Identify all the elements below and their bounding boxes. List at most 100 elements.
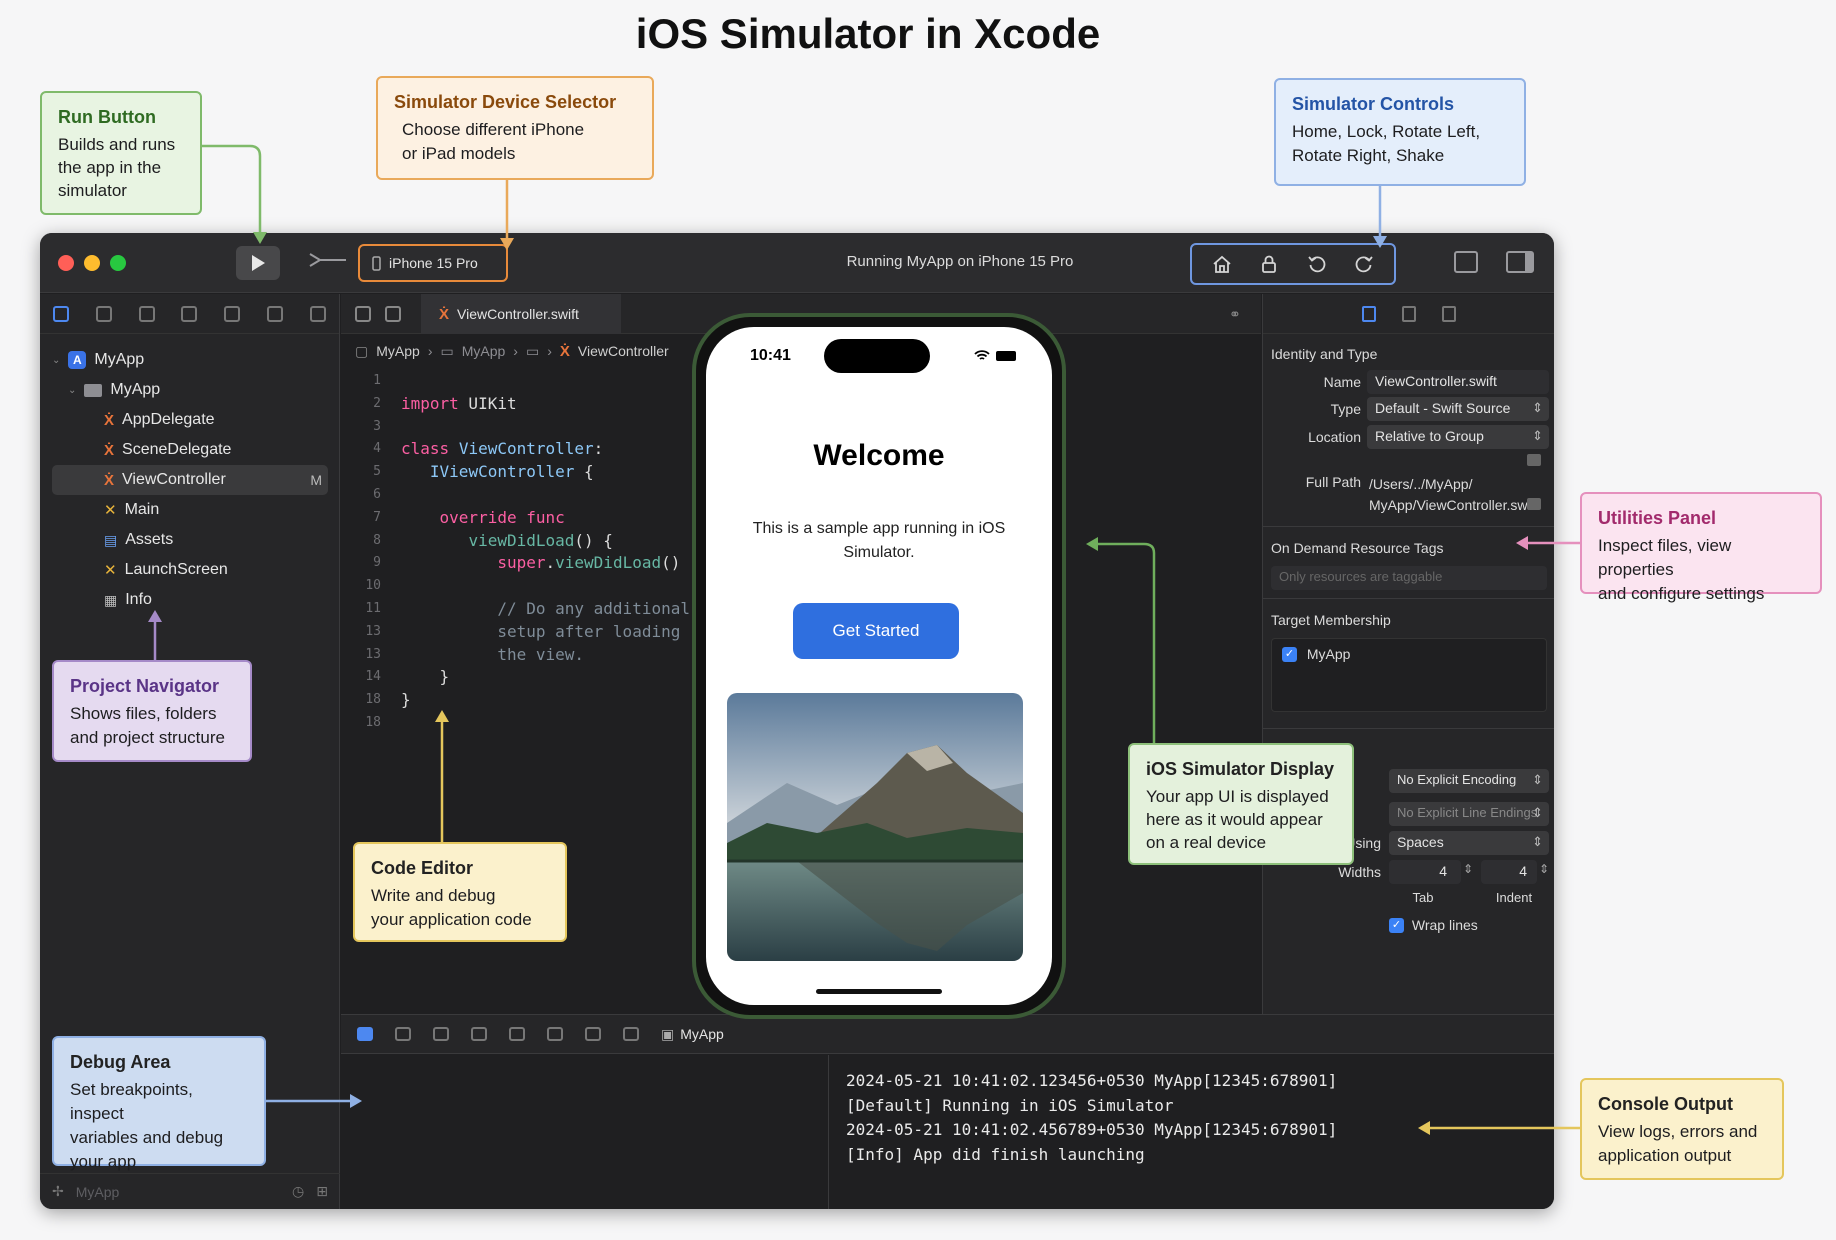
indent-using-popup[interactable]: Spaces: [1389, 831, 1549, 855]
text-encoding-popup[interactable]: No Explicit Encoding: [1389, 769, 1549, 793]
debug-bar: ▣ MyApp: [341, 1014, 1554, 1054]
recent-files-icon[interactable]: ◷: [292, 1183, 304, 1200]
get-started-button[interactable]: Get Started: [793, 603, 959, 659]
wrap-lines-row[interactable]: ✓ Wrap lines: [1389, 916, 1478, 933]
grid-icon[interactable]: [355, 306, 371, 322]
line-number: 13: [365, 646, 381, 662]
tree-item-viewcontroller[interactable]: Ẋ ViewController M: [104, 467, 322, 493]
quick-help-tab-icon[interactable]: [1441, 305, 1456, 322]
simulator-screen[interactable]: 10:41 Welcome This is a sample app runni…: [706, 327, 1052, 1005]
tree-item-main[interactable]: ✕ Main: [104, 497, 159, 523]
tree-item-info[interactable]: ▦ Info: [104, 587, 152, 613]
history-inspector-tab-icon[interactable]: [1401, 305, 1416, 322]
file-icon: ▣: [661, 1025, 675, 1042]
wrap-lines-label: Wrap lines: [1411, 917, 1478, 934]
indent-width-field[interactable]: 4: [1481, 860, 1537, 884]
house-icon[interactable]: [1211, 253, 1233, 275]
navigator-tabs: [40, 294, 339, 334]
related-items-icon[interactable]: ⚭: [1229, 306, 1241, 323]
inspector-toggle-icon[interactable]: [1506, 251, 1534, 273]
step-over-icon[interactable]: [471, 1027, 487, 1041]
tree-item-assets[interactable]: ▤ Assets: [104, 527, 173, 553]
filter-input[interactable]: MyApp: [76, 1184, 120, 1200]
line-number: 18: [365, 692, 381, 708]
indent-width-stepper-icon[interactable]: ⇕: [1539, 862, 1549, 876]
breadcrumb-file[interactable]: ViewController: [578, 343, 669, 359]
variables-view[interactable]: [341, 1055, 829, 1209]
swift-icon: Ẋ: [439, 305, 450, 323]
callout-title: Debug Area: [70, 1052, 171, 1072]
step-into-icon[interactable]: [509, 1027, 525, 1041]
tab-viewcontroller-swift[interactable]: Ẋ ViewController.swift: [421, 294, 621, 334]
target-checkbox[interactable]: ✓: [1282, 646, 1297, 662]
tab-width-stepper-icon[interactable]: ⇕: [1463, 862, 1473, 876]
line-endings-popup[interactable]: No Explicit Line Endings: [1389, 802, 1549, 826]
target-membership-header: Target Membership: [1271, 612, 1391, 628]
toggle-breakpoints-icon[interactable]: [395, 1027, 411, 1041]
type-popup[interactable]: Default - Swift Source: [1367, 397, 1549, 421]
view-hierarchy-icon[interactable]: [585, 1027, 601, 1041]
swift-icon: Ẋ: [104, 411, 115, 429]
location-popup[interactable]: Relative to Group: [1367, 425, 1549, 449]
device-selector[interactable]: iPhone 15 Pro: [358, 244, 508, 282]
line-number: 4: [373, 441, 381, 457]
callout-body: Inspect files, view properties and confi…: [1598, 536, 1765, 603]
rotate-right-icon[interactable]: [1353, 253, 1375, 275]
lock-icon[interactable]: [1258, 253, 1280, 275]
tree-item-group[interactable]: ⌄ MyApp: [68, 377, 160, 403]
callout-title: Console Output: [1598, 1094, 1733, 1114]
close-window-button[interactable]: [58, 255, 74, 271]
rotate-left-icon[interactable]: [1306, 253, 1328, 275]
symbol-tab-icon[interactable]: [138, 305, 155, 322]
line-number-gutter: 1 2 3 4 5 6 7 8 9 10 11 13 13 14 18 18: [341, 370, 391, 735]
hide-debug-area-icon[interactable]: [357, 1027, 373, 1041]
line-number: 9: [373, 555, 381, 571]
tree-item-appdelegate[interactable]: Ẋ AppDelegate: [104, 407, 215, 433]
project-navigator-tab-icon[interactable]: [53, 305, 70, 322]
issue-tab-icon[interactable]: [224, 305, 241, 322]
tab-width-field[interactable]: 4: [1389, 860, 1461, 884]
line-number: 2: [373, 395, 381, 411]
console-output[interactable]: 2024-05-21 10:41:02.123456+0530 MyApp[12…: [830, 1055, 1554, 1209]
file-inspector-tab-icon[interactable]: [1361, 305, 1376, 322]
minimize-window-button[interactable]: [84, 255, 100, 271]
navigator-toggle-icon[interactable]: [1454, 251, 1478, 273]
debug-target[interactable]: ▣ MyApp: [661, 1026, 724, 1043]
tree-item-project[interactable]: ⌄ A MyApp: [52, 347, 144, 373]
test-tab-icon[interactable]: [266, 305, 283, 322]
callout-body: Write and debug your application code: [371, 886, 532, 929]
wrap-lines-checkbox[interactable]: ✓: [1389, 917, 1404, 933]
tab-label: ViewController.swift: [457, 306, 579, 322]
back-forward-icon[interactable]: [385, 306, 401, 322]
add-icon[interactable]: ✢: [52, 1183, 64, 1200]
step-out-icon[interactable]: [547, 1027, 563, 1041]
pause-icon[interactable]: [433, 1027, 449, 1041]
source-control-tab-icon[interactable]: [96, 305, 113, 322]
zoom-window-button[interactable]: [110, 255, 126, 271]
code-content[interactable]: import UIKit class ViewController: IView…: [401, 370, 721, 712]
simulate-location-icon[interactable]: [623, 1027, 639, 1041]
tab-caption: Tab: [1412, 890, 1434, 905]
welcome-subtitle: This is a sample app running in iOS Simu…: [752, 520, 1006, 561]
breadcrumb-project[interactable]: MyApp: [376, 343, 420, 359]
filter-options-icon[interactable]: ⊞: [316, 1183, 328, 1200]
tree-item-launchscreen[interactable]: ✕ LaunchScreen: [104, 557, 228, 583]
debug-tab-icon[interactable]: [309, 305, 326, 322]
debug-target-label: MyApp: [680, 1026, 724, 1042]
odr-tags-field[interactable]: Only resources are taggable: [1271, 566, 1547, 590]
landscape-image: [727, 693, 1023, 961]
name-field[interactable]: ViewController.swift: [1367, 370, 1549, 394]
console-line: 2024-05-21 10:41:02.123456+0530 MyApp[12…: [846, 1071, 1338, 1090]
callout-title: Simulator Device Selector: [394, 92, 617, 112]
tree-item-scenedelegate[interactable]: Ẋ SceneDelegate: [104, 437, 231, 463]
callout-title: Simulator Controls: [1292, 94, 1455, 114]
simulator-display-callout: iOS Simulator Display Your app UI is dis…: [1128, 743, 1354, 865]
folder-icon: ▭: [525, 342, 540, 359]
find-tab-icon[interactable]: [181, 305, 198, 322]
line-number: 14: [365, 669, 381, 685]
line-number: 18: [365, 714, 381, 730]
breadcrumb-group[interactable]: MyApp: [462, 343, 506, 359]
folder-reveal-icon[interactable]: [1527, 454, 1541, 466]
run-button[interactable]: [236, 246, 280, 280]
reveal-in-finder-icon[interactable]: [1527, 498, 1541, 510]
